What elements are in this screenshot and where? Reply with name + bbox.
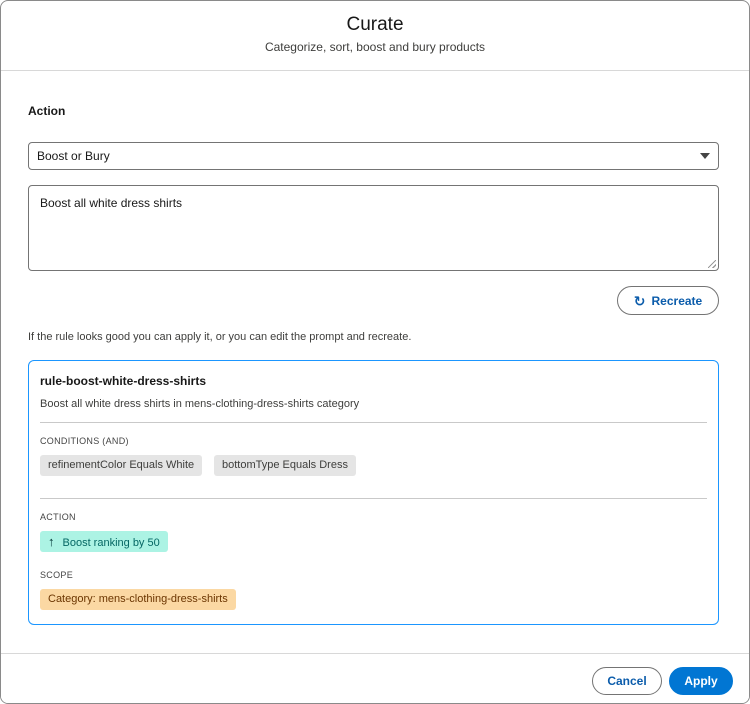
condition-badge: bottomType Equals Dress: [214, 455, 356, 476]
divider: [40, 422, 707, 423]
action-label: ACTION: [40, 512, 76, 522]
resize-handle-icon[interactable]: [708, 260, 716, 268]
condition-badge: refinementColor Equals White: [40, 455, 203, 476]
scope-badge: Category: mens-clothing-dress-shirts: [40, 589, 236, 610]
apply-hint-text: If the rule looks good you can apply it,…: [28, 331, 412, 343]
modal-title: Curate: [346, 14, 404, 35]
rule-preview-card: rule-boost-white-dress-shirts Boost all …: [28, 360, 719, 625]
refresh-icon: ↻: [633, 292, 646, 309]
action-type-select[interactable]: Boost or Bury: [28, 142, 719, 170]
modal-footer: Cancel Apply: [1, 653, 749, 703]
conditions-label: CONDITIONS (AND): [40, 436, 129, 446]
divider: [40, 498, 707, 499]
rule-description: Boost all white dress shirts in mens-clo…: [40, 398, 360, 410]
prompt-text: Boost all white dress shirts: [40, 196, 183, 210]
scope-label: SCOPE: [40, 570, 74, 580]
rule-name: rule-boost-white-dress-shirts: [40, 374, 207, 388]
modal-subtitle: Categorize, sort, boost and bury product…: [264, 40, 486, 54]
cancel-button[interactable]: Cancel: [592, 667, 662, 695]
action-badge: ↑ Boost ranking by 50: [40, 531, 168, 552]
action-section-label: Action: [28, 104, 66, 118]
modal-header: Curate Categorize, sort, boost and bury …: [1, 1, 749, 71]
arrow-up-icon: ↑: [48, 534, 55, 549]
action-badge-text: Boost ranking by 50: [62, 537, 160, 549]
curate-modal: Curate Categorize, sort, boost and bury …: [0, 0, 750, 704]
recreate-button[interactable]: ↻ Recreate: [617, 286, 719, 315]
recreate-button-label: Recreate: [651, 293, 703, 308]
prompt-textarea[interactable]: Boost all white dress shirts: [28, 185, 719, 271]
action-type-select-value: Boost or Bury: [37, 149, 110, 163]
chevron-down-icon: [700, 153, 710, 159]
apply-button[interactable]: Apply: [669, 667, 733, 695]
